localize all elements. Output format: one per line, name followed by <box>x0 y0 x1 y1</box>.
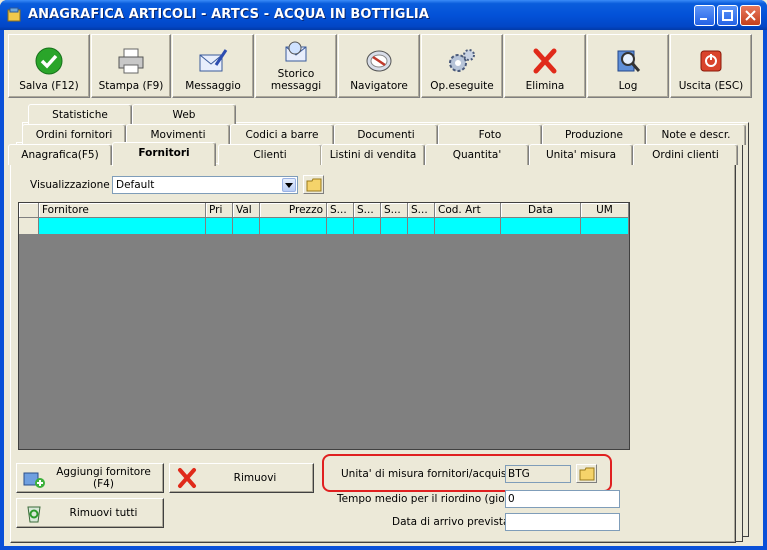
tab-web[interactable]: Web <box>132 104 236 125</box>
col-s4[interactable]: S... <box>408 203 435 218</box>
message-label: Messaggio <box>185 80 241 92</box>
col-s2[interactable]: S... <box>354 203 381 218</box>
remove-all-button[interactable]: Rimuovi tutti <box>16 498 164 528</box>
view-label: Visualizzazione : <box>30 179 117 191</box>
toolbar: Salva (F12) Stampa (F9) Messaggio Storic… <box>8 34 753 98</box>
tab-produzione[interactable]: Produzione <box>542 124 646 145</box>
gears-icon <box>447 46 477 76</box>
folder-icon <box>306 178 321 191</box>
app-icon <box>7 7 21 22</box>
col-val[interactable]: Val <box>233 203 260 218</box>
log-button[interactable]: Log <box>587 34 669 98</box>
chevron-down-icon <box>282 178 296 192</box>
envelope-pen-icon <box>198 46 228 76</box>
log-label: Log <box>618 80 638 92</box>
window-frame: ANAGRAFICA ARTICOLI - ARTCS - ACQUA IN B… <box>0 0 767 550</box>
remove-all-label: Rimuovi tutti <box>69 507 138 519</box>
exit-label: Uscita (ESC) <box>678 80 744 92</box>
tab-quantita[interactable]: Quantita' <box>425 144 529 165</box>
grid-header-indicator <box>19 203 39 218</box>
uom-folder-button[interactable] <box>576 464 597 483</box>
log-search-icon <box>613 46 643 76</box>
tab-clienti[interactable]: Clienti <box>218 144 322 165</box>
minimize-icon <box>700 18 707 20</box>
tab-note-e-descr[interactable]: Note e descr. <box>646 124 746 145</box>
maximize-icon <box>722 10 733 21</box>
delete-button[interactable]: Elimina <box>504 34 586 98</box>
message-history-button[interactable]: Storico messaggi <box>255 34 337 98</box>
minimize-button[interactable] <box>694 5 715 26</box>
uom-field[interactable]: BTG <box>505 465 571 483</box>
col-um[interactable]: UM <box>581 203 629 218</box>
navigator-label: Navigatore <box>350 80 408 92</box>
view-folder-button[interactable] <box>303 175 324 194</box>
message-history-label-2: messaggi <box>270 80 322 92</box>
red-x-icon <box>173 466 201 490</box>
tab-fornitori[interactable]: Fornitori <box>112 142 216 166</box>
view-select-value: Default <box>116 179 155 191</box>
recycle-bin-icon <box>20 501 48 525</box>
col-pri[interactable]: Pri <box>206 203 233 218</box>
col-fornitore[interactable]: Fornitore <box>39 203 206 218</box>
maximize-button[interactable] <box>717 5 738 26</box>
tab-listini-di-vendita[interactable]: Listini di vendita <box>321 144 425 165</box>
col-data[interactable]: Data <box>501 203 581 218</box>
operations-button[interactable]: Op.eseguite <box>421 34 503 98</box>
envelope-search-icon <box>281 37 311 67</box>
close-button[interactable] <box>740 5 761 26</box>
remove-label: Rimuovi <box>233 472 277 484</box>
tab-anagrafica[interactable]: Anagrafica(F5) <box>8 144 112 165</box>
col-cod-art[interactable]: Cod. Art <box>435 203 501 218</box>
exit-icon <box>696 46 726 76</box>
table-row[interactable] <box>19 218 629 235</box>
col-prezzo[interactable]: Prezzo <box>260 203 327 218</box>
tab-documenti[interactable]: Documenti <box>334 124 438 145</box>
delete-label: Elimina <box>525 80 565 92</box>
add-supplier-icon <box>20 466 48 490</box>
tab-statistiche[interactable]: Statistiche <box>28 104 132 125</box>
check-icon <box>34 46 64 76</box>
add-supplier-button[interactable]: Aggiungi fornitore (F4) <box>16 463 164 493</box>
avg-time-field[interactable]: 0 <box>505 490 620 508</box>
arrival-field[interactable] <box>505 513 620 531</box>
title-bar[interactable]: ANAGRAFICA ARTICOLI - ARTCS - ACQUA IN B… <box>0 0 767 30</box>
col-s1[interactable]: S... <box>327 203 354 218</box>
compass-icon <box>364 46 394 76</box>
printer-icon <box>116 46 146 76</box>
add-supplier-label: Aggiungi fornitore (F4) <box>56 466 151 490</box>
red-x-icon <box>530 46 560 76</box>
tab-ordini-clienti[interactable]: Ordini clienti <box>633 144 738 165</box>
tab-codici-a-barre[interactable]: Codici a barre <box>230 124 334 145</box>
view-select[interactable]: Default <box>112 176 298 194</box>
close-icon <box>745 10 756 21</box>
save-button[interactable]: Salva (F12) <box>8 34 90 98</box>
operations-label: Op.eseguite <box>430 80 494 92</box>
tab-row-1: Statistiche Web <box>28 104 268 125</box>
message-history-label-1: Storico <box>277 68 315 80</box>
tab-foto[interactable]: Foto <box>438 124 542 145</box>
grid-header: Fornitore Pri Val Prezzo S... S... S... … <box>19 203 629 218</box>
client-area: Salva (F12) Stampa (F9) Messaggio Storic… <box>4 30 763 546</box>
remove-button[interactable]: Rimuovi <box>169 463 314 493</box>
tab-unita-misura[interactable]: Unita' misura <box>529 144 633 165</box>
save-label: Salva (F12) <box>19 80 79 92</box>
window-title: ANAGRAFICA ARTICOLI - ARTCS - ACQUA IN B… <box>28 7 430 22</box>
tab-ordini-fornitori[interactable]: Ordini fornitori <box>22 124 126 145</box>
arrival-label: Data di arrivo prevista : <box>392 516 517 528</box>
tab-row-3: Anagrafica(F5) Fornitori Clienti Listini… <box>8 142 738 166</box>
message-button[interactable]: Messaggio <box>172 34 254 98</box>
folder-icon <box>579 467 594 480</box>
exit-button[interactable]: Uscita (ESC) <box>670 34 752 98</box>
navigator-button[interactable]: Navigatore <box>338 34 420 98</box>
uom-label: Unita' di misura fornitori/acquisto : <box>341 468 524 480</box>
avg-time-label: Tempo medio per il riordino (giorni) : <box>337 493 530 505</box>
print-label: Stampa (F9) <box>98 80 164 92</box>
print-button[interactable]: Stampa (F9) <box>91 34 171 98</box>
suppliers-grid[interactable]: Fornitore Pri Val Prezzo S... S... S... … <box>18 202 630 450</box>
col-s3[interactable]: S... <box>381 203 408 218</box>
